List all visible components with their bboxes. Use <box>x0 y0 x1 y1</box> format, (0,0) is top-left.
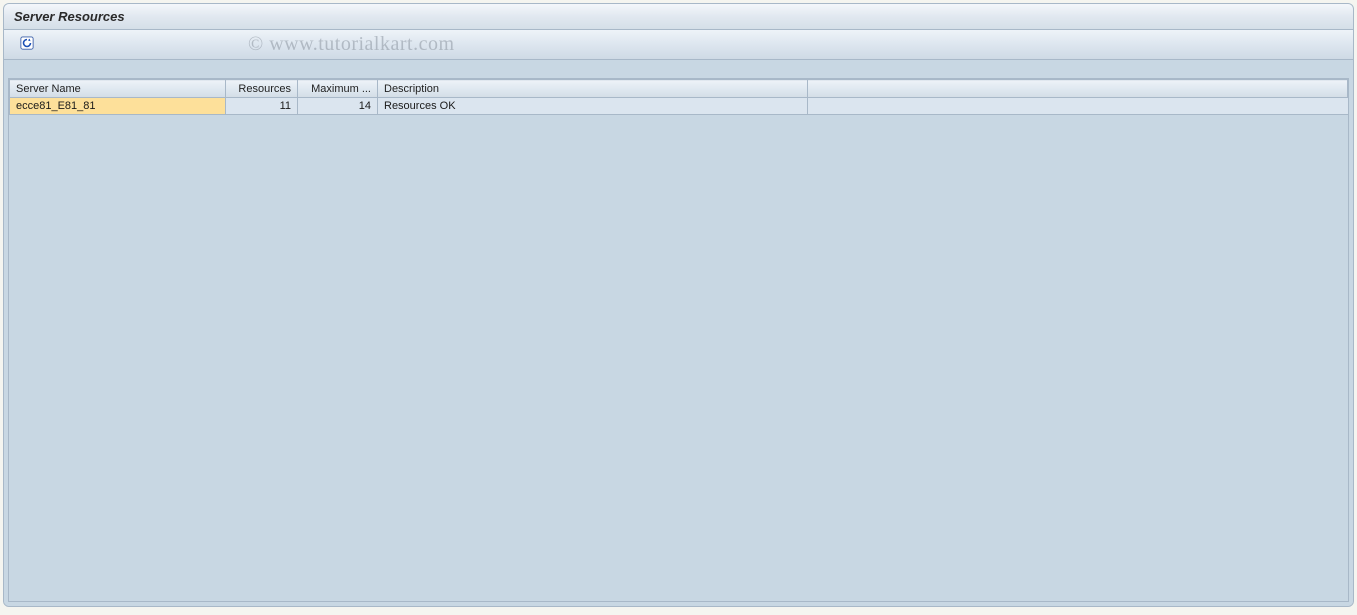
col-header-resources[interactable]: Resources <box>226 80 298 98</box>
title-bar: Server Resources <box>4 4 1353 30</box>
table-row[interactable]: ecce81_E81_811114Resources OK <box>10 98 1348 115</box>
cell-maximum[interactable]: 14 <box>298 98 378 115</box>
data-table-container: Server Name Resources Maximum ... Descri… <box>8 78 1349 602</box>
refresh-icon <box>20 36 34 53</box>
main-window: Server Resources © www.tutorialkart.com <box>3 3 1354 607</box>
cell-server-name[interactable]: ecce81_E81_81 <box>10 98 226 115</box>
server-resources-table: Server Name Resources Maximum ... Descri… <box>9 79 1348 115</box>
table-header-row: Server Name Resources Maximum ... Descri… <box>10 80 1348 98</box>
cell-resources[interactable]: 11 <box>226 98 298 115</box>
page-title: Server Resources <box>14 9 125 24</box>
cell-filler <box>808 98 1348 115</box>
col-header-maximum[interactable]: Maximum ... <box>298 80 378 98</box>
cell-description[interactable]: Resources OK <box>378 98 808 115</box>
refresh-button[interactable] <box>16 34 38 56</box>
content-area: Server Name Resources Maximum ... Descri… <box>4 60 1353 606</box>
col-header-description[interactable]: Description <box>378 80 808 98</box>
col-header-server-name[interactable]: Server Name <box>10 80 226 98</box>
toolbar <box>4 30 1353 60</box>
col-header-filler <box>808 80 1348 98</box>
